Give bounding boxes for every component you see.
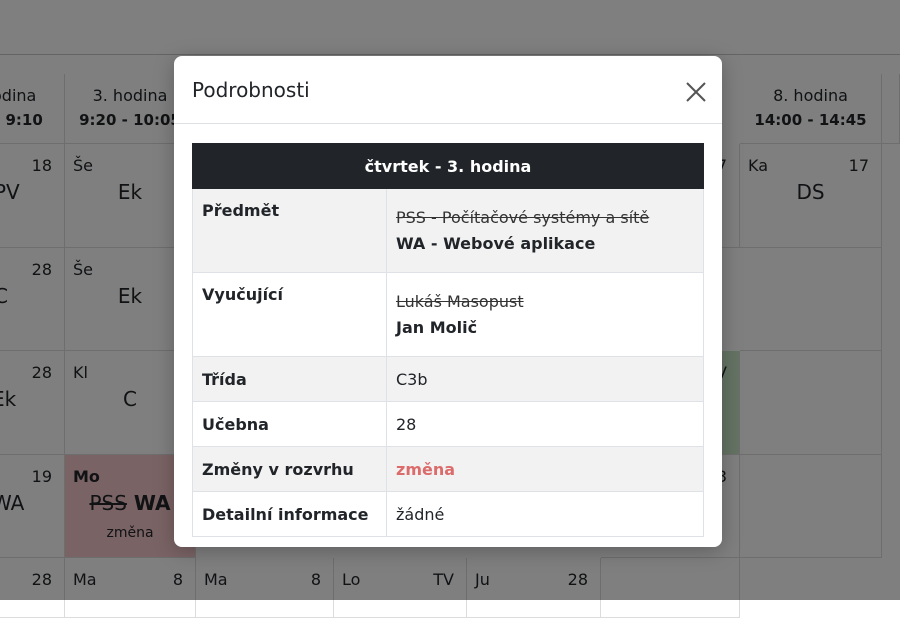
teacher-row: Vyučující Lukáš Masopust Jan Molič bbox=[192, 272, 704, 357]
details-row: Detailní informace žádné bbox=[192, 491, 704, 537]
new-teacher: Jan Molič bbox=[396, 318, 478, 337]
new-subject: WA - Webové aplikace bbox=[396, 234, 596, 253]
changes-row: Změny v rozvrhu změna bbox=[192, 446, 704, 492]
details-modal: Podrobnosti čtvrtek - 3. hodina Předmět … bbox=[174, 56, 722, 547]
close-icon bbox=[686, 82, 706, 102]
subject-label: Předmět bbox=[192, 188, 387, 273]
changes-value: změna bbox=[386, 446, 704, 492]
class-row: Třída C3b bbox=[192, 356, 704, 402]
teacher-label: Vyučující bbox=[192, 272, 387, 357]
lesson-details-table: čtvrtek - 3. hodina Předmět PSS - Počíta… bbox=[192, 143, 704, 537]
class-label: Třída bbox=[192, 356, 387, 402]
details-value: žádné bbox=[386, 491, 704, 537]
details-label: Detailní informace bbox=[192, 491, 387, 537]
teacher-value: Lukáš Masopust Jan Molič bbox=[386, 272, 704, 357]
close-button[interactable] bbox=[681, 77, 711, 107]
original-teacher: Lukáš Masopust bbox=[396, 292, 524, 311]
subject-value: PSS - Počítačové systémy a sítě WA - Web… bbox=[386, 188, 704, 273]
subject-row: Předmět PSS - Počítačové systémy a sítě … bbox=[192, 188, 704, 273]
room-row: Učebna 28 bbox=[192, 401, 704, 447]
original-subject: PSS - Počítačové systémy a sítě bbox=[396, 208, 650, 227]
modal-header: Podrobnosti bbox=[174, 56, 722, 124]
lesson-heading: čtvrtek - 3. hodina bbox=[192, 143, 704, 189]
modal-title: Podrobnosti bbox=[192, 78, 310, 102]
changes-label: Změny v rozvrhu bbox=[192, 446, 387, 492]
class-value: C3b bbox=[386, 356, 704, 402]
room-value: 28 bbox=[386, 401, 704, 447]
room-label: Učebna bbox=[192, 401, 387, 447]
